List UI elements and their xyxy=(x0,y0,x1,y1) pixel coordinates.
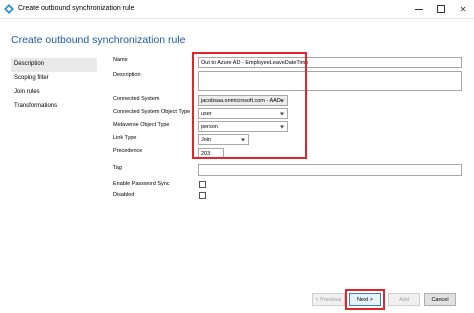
precedence-label: Precedence xyxy=(113,148,143,154)
nav-item-description[interactable]: Description xyxy=(11,58,97,72)
enable-password-sync-label: Enable Password Sync xyxy=(113,181,170,187)
maximize-icon xyxy=(437,5,445,13)
window-controls: ✕ xyxy=(408,0,474,19)
tag-input[interactable] xyxy=(198,164,462,176)
previous-button[interactable]: < Previous xyxy=(312,293,345,306)
description-label: Description xyxy=(113,72,141,78)
connected-system-value: jacobsaa.onmicrosoft.com - AAD xyxy=(201,97,281,104)
nav-item-transformations[interactable]: Transformations xyxy=(11,100,97,114)
title-bar: Create outbound synchronization rule ✕ xyxy=(0,0,474,19)
metaverse-object-type-value: person xyxy=(201,123,218,130)
minimize-icon xyxy=(415,9,423,10)
close-icon: ✕ xyxy=(459,4,467,14)
connected-system-select[interactable]: jacobsaa.onmicrosoft.com - AAD xyxy=(198,95,288,106)
nav-item-scoping-filter[interactable]: Scoping filter xyxy=(11,72,97,86)
disabled-checkbox[interactable] xyxy=(199,192,206,199)
metaverse-object-type-select[interactable]: person xyxy=(198,121,288,132)
link-type-select[interactable]: Join xyxy=(198,134,249,145)
precedence-input[interactable]: 203 xyxy=(198,148,224,159)
connected-system-label: Connected System xyxy=(113,96,160,102)
azure-ad-connect-icon xyxy=(4,4,14,14)
chevron-down-icon xyxy=(280,125,284,128)
add-button[interactable]: Add xyxy=(388,293,420,306)
connected-system-object-type-select[interactable]: user xyxy=(198,108,288,119)
enable-password-sync-checkbox[interactable] xyxy=(199,181,206,188)
page-title: Create outbound synchronization rule xyxy=(11,34,186,46)
disabled-label: Disabled xyxy=(113,192,135,198)
description-input[interactable] xyxy=(198,71,462,91)
window-title: Create outbound synchronization rule xyxy=(18,5,135,12)
metaverse-object-type-label: Metaverse Object Type xyxy=(113,122,170,128)
next-button[interactable]: Next > xyxy=(349,293,381,306)
cancel-button[interactable]: Cancel xyxy=(424,293,456,306)
wizard-nav: Description Scoping filter Join rules Tr… xyxy=(11,58,97,114)
link-type-value: Join xyxy=(201,136,212,143)
name-input[interactable]: Out to Azure AD - EmployeeLeaveDateTime xyxy=(198,57,462,68)
name-label: Name xyxy=(113,57,128,63)
connected-system-object-type-label: Connected System Object Type xyxy=(113,109,191,115)
nav-item-join-rules[interactable]: Join rules xyxy=(11,86,97,100)
link-type-label: Link Type xyxy=(113,135,137,141)
connected-system-object-type-value: user xyxy=(201,110,212,117)
chevron-down-icon xyxy=(280,112,284,115)
tag-label: Tag xyxy=(113,165,122,171)
close-button[interactable]: ✕ xyxy=(452,0,474,19)
chevron-down-icon xyxy=(241,138,245,141)
minimize-button[interactable] xyxy=(408,0,430,19)
maximize-button[interactable] xyxy=(430,0,452,19)
chevron-down-icon xyxy=(280,99,284,102)
